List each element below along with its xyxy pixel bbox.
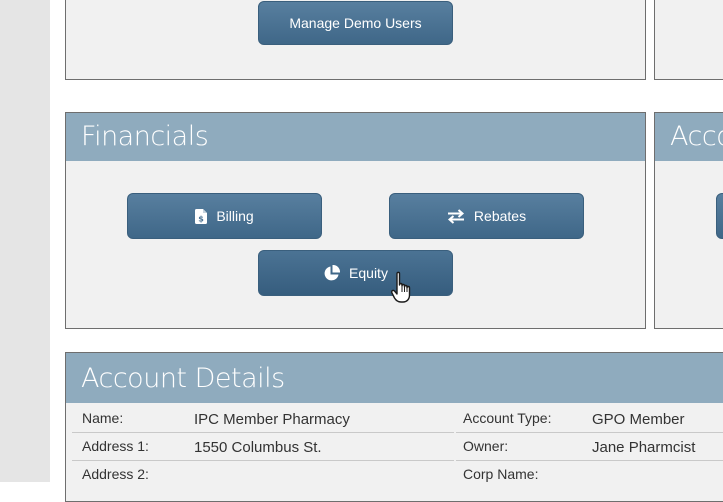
owner-value: Jane Pharmcist [592, 439, 696, 456]
financials-panel: Financials $ Billing Rebates Equity [65, 112, 646, 329]
account-type-label: Account Type: [463, 410, 552, 426]
owner-label: Owner: [463, 438, 509, 454]
equity-button[interactable]: Equity [258, 250, 453, 296]
left-gutter [0, 0, 50, 482]
account-type-value: GPO Member [592, 411, 685, 428]
billing-label: Billing [216, 208, 254, 224]
svg-text:$: $ [199, 214, 205, 223]
rebates-button[interactable]: Rebates [389, 193, 584, 239]
detail-row-address-2: Address 2: [72, 461, 454, 489]
account-details-panel: Account Details Name: IPC Member Pharmac… [65, 352, 723, 502]
equity-label: Equity [349, 265, 388, 281]
address-2-label: Address 2: [82, 466, 149, 482]
financials-title: Financials [66, 113, 645, 161]
detail-row-account-type: Account Type: GPO Member [456, 405, 723, 433]
address-1-value: 1550 Columbus St. [194, 439, 322, 456]
hand-pointer-cursor [391, 271, 417, 310]
name-value: IPC Member Pharmacy [194, 411, 350, 428]
detail-row-address-1: Address 1: 1550 Columbus St. [72, 433, 454, 461]
name-label: Name: [82, 410, 124, 426]
rebates-label: Rebates [473, 208, 527, 224]
detail-row-name: Name: IPC Member Pharmacy [72, 405, 454, 433]
right-top-panel [654, 0, 723, 80]
corp-name-label: Corp Name: [463, 466, 539, 482]
manage-demo-users-button[interactable]: Manage Demo Users [258, 1, 453, 45]
admin-panel: Manage Demo Users [65, 0, 646, 80]
billing-button[interactable]: $ Billing [127, 193, 322, 239]
detail-row-corp-name: Corp Name: [456, 461, 723, 489]
invoice-dollar-icon: $ [195, 208, 208, 224]
detail-row-owner: Owner: Jane Pharmcist [456, 433, 723, 461]
address-1-label: Address 1: [82, 438, 149, 454]
manage-demo-users-label: Manage Demo Users [289, 15, 422, 31]
account-details-title: Account Details [66, 353, 723, 403]
pie-chart-icon [323, 264, 341, 282]
account-action-button[interactable] [716, 193, 723, 239]
exchange-arrows-icon [447, 208, 465, 224]
account-actions-title: Acco [655, 113, 723, 161]
account-actions-panel: Acco [654, 112, 723, 329]
